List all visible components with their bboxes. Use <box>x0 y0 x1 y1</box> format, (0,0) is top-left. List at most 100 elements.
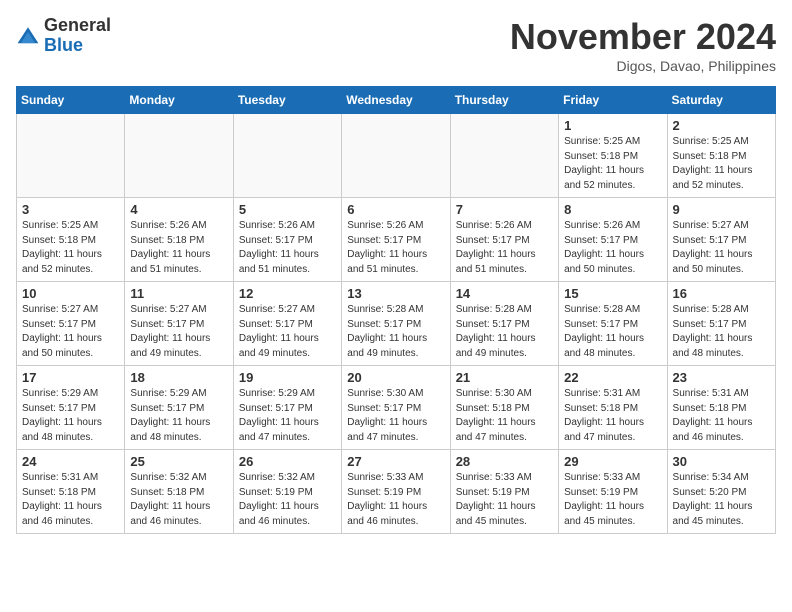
location: Digos, Davao, Philippines <box>510 58 776 74</box>
calendar-day: 29Sunrise: 5:33 AM Sunset: 5:19 PM Dayli… <box>559 450 667 534</box>
day-info: Sunrise: 5:27 AM Sunset: 5:17 PM Dayligh… <box>673 219 770 277</box>
title-block: November 2024 Digos, Davao, Philippines <box>510 16 776 74</box>
day-info: Sunrise: 5:31 AM Sunset: 5:18 PM Dayligh… <box>22 471 119 529</box>
calendar-day: 18 Sunrise: 5:29 AM Sunset: 5:17 PM Dayli… <box>125 366 233 450</box>
calendar-day: 20Sunrise: 5:30 AM Sunset: 5:17 PM Dayli… <box>342 366 450 450</box>
day-number: 28 <box>456 454 553 469</box>
day-number: 29 <box>564 454 661 469</box>
day-header-tuesday: Tuesday <box>233 87 341 114</box>
calendar-week-1: 1 Sunrise: 5:25 AM Sunset: 5:18 PM Daylig… <box>17 114 776 198</box>
day-info: Sunrise: 5:29 AM Sunset: 5:17 PM Dayligh… <box>22 387 119 445</box>
calendar-week-2: 3 Sunrise: 5:25 AM Sunset: 5:18 PM Daylig… <box>17 198 776 282</box>
day-info: Sunrise: 5:25 AM Sunset: 5:18 PM Dayligh… <box>564 135 661 193</box>
day-number: 1 <box>564 118 661 133</box>
day-number: 17 <box>22 370 119 385</box>
day-info: Sunrise: 5:28 AM Sunset: 5:17 PM Dayligh… <box>673 303 770 361</box>
day-info: Sunrise: 5:31 AM Sunset: 5:18 PM Dayligh… <box>673 387 770 445</box>
calendar-day: 23 Sunrise: 5:31 AM Sunset: 5:18 PM Dayli… <box>667 366 775 450</box>
calendar-day: 30 Sunrise: 5:34 AM Sunset: 5:20 PM Dayli… <box>667 450 775 534</box>
calendar-header-row: SundayMondayTuesdayWednesdayThursdayFrid… <box>17 87 776 114</box>
calendar-day: 2 Sunrise: 5:25 AM Sunset: 5:18 PM Daylig… <box>667 114 775 198</box>
day-header-saturday: Saturday <box>667 87 775 114</box>
day-number: 14 <box>456 286 553 301</box>
calendar-day: 25 Sunrise: 5:32 AM Sunset: 5:18 PM Dayli… <box>125 450 233 534</box>
day-number: 21 <box>456 370 553 385</box>
day-info: Sunrise: 5:26 AM Sunset: 5:17 PM Dayligh… <box>564 219 661 277</box>
day-info: Sunrise: 5:27 AM Sunset: 5:17 PM Dayligh… <box>130 303 227 361</box>
calendar-day <box>17 114 125 198</box>
calendar-day: 15Sunrise: 5:28 AM Sunset: 5:17 PM Dayli… <box>559 282 667 366</box>
day-info: Sunrise: 5:25 AM Sunset: 5:18 PM Dayligh… <box>22 219 119 277</box>
day-info: Sunrise: 5:31 AM Sunset: 5:18 PM Dayligh… <box>564 387 661 445</box>
day-number: 30 <box>673 454 770 469</box>
day-info: Sunrise: 5:29 AM Sunset: 5:17 PM Dayligh… <box>239 387 336 445</box>
day-info: Sunrise: 5:26 AM Sunset: 5:17 PM Dayligh… <box>347 219 444 277</box>
day-info: Sunrise: 5:27 AM Sunset: 5:17 PM Dayligh… <box>239 303 336 361</box>
calendar-day: 1 Sunrise: 5:25 AM Sunset: 5:18 PM Daylig… <box>559 114 667 198</box>
logo: General Blue <box>16 16 111 56</box>
calendar-table: SundayMondayTuesdayWednesdayThursdayFrid… <box>16 86 776 534</box>
day-number: 16 <box>673 286 770 301</box>
day-number: 7 <box>456 202 553 217</box>
calendar-day: 3 Sunrise: 5:25 AM Sunset: 5:18 PM Daylig… <box>17 198 125 282</box>
day-number: 27 <box>347 454 444 469</box>
day-info: Sunrise: 5:25 AM Sunset: 5:18 PM Dayligh… <box>673 135 770 193</box>
calendar-day <box>342 114 450 198</box>
calendar-day: 14 Sunrise: 5:28 AM Sunset: 5:17 PM Dayli… <box>450 282 558 366</box>
day-info: Sunrise: 5:34 AM Sunset: 5:20 PM Dayligh… <box>673 471 770 529</box>
calendar-day: 4 Sunrise: 5:26 AM Sunset: 5:18 PM Daylig… <box>125 198 233 282</box>
day-header-thursday: Thursday <box>450 87 558 114</box>
day-info: Sunrise: 5:29 AM Sunset: 5:17 PM Dayligh… <box>130 387 227 445</box>
day-info: Sunrise: 5:26 AM Sunset: 5:17 PM Dayligh… <box>456 219 553 277</box>
day-info: Sunrise: 5:32 AM Sunset: 5:18 PM Dayligh… <box>130 471 227 529</box>
day-number: 20 <box>347 370 444 385</box>
calendar-day: 9Sunrise: 5:27 AM Sunset: 5:17 PM Daylig… <box>667 198 775 282</box>
logo-icon <box>16 24 40 48</box>
month-title: November 2024 <box>510 16 776 58</box>
day-number: 10 <box>22 286 119 301</box>
day-number: 18 <box>130 370 227 385</box>
logo-general: General <box>44 15 111 35</box>
day-number: 24 <box>22 454 119 469</box>
day-info: Sunrise: 5:33 AM Sunset: 5:19 PM Dayligh… <box>347 471 444 529</box>
day-info: Sunrise: 5:28 AM Sunset: 5:17 PM Dayligh… <box>456 303 553 361</box>
calendar-day: 28 Sunrise: 5:33 AM Sunset: 5:19 PM Dayli… <box>450 450 558 534</box>
calendar-week-3: 10 Sunrise: 5:27 AM Sunset: 5:17 PM Dayli… <box>17 282 776 366</box>
calendar-day: 5Sunrise: 5:26 AM Sunset: 5:17 PM Daylig… <box>233 198 341 282</box>
calendar-day: 26Sunrise: 5:32 AM Sunset: 5:19 PM Dayli… <box>233 450 341 534</box>
calendar-day: 8 Sunrise: 5:26 AM Sunset: 5:17 PM Daylig… <box>559 198 667 282</box>
day-info: Sunrise: 5:33 AM Sunset: 5:19 PM Dayligh… <box>456 471 553 529</box>
day-number: 23 <box>673 370 770 385</box>
calendar-day: 7 Sunrise: 5:26 AM Sunset: 5:17 PM Daylig… <box>450 198 558 282</box>
day-number: 25 <box>130 454 227 469</box>
day-info: Sunrise: 5:27 AM Sunset: 5:17 PM Dayligh… <box>22 303 119 361</box>
day-number: 3 <box>22 202 119 217</box>
day-number: 4 <box>130 202 227 217</box>
day-info: Sunrise: 5:26 AM Sunset: 5:18 PM Dayligh… <box>130 219 227 277</box>
calendar-day <box>125 114 233 198</box>
day-number: 15 <box>564 286 661 301</box>
calendar-week-5: 24 Sunrise: 5:31 AM Sunset: 5:18 PM Dayli… <box>17 450 776 534</box>
day-number: 13 <box>347 286 444 301</box>
day-number: 2 <box>673 118 770 133</box>
calendar-day: 12Sunrise: 5:27 AM Sunset: 5:17 PM Dayli… <box>233 282 341 366</box>
day-number: 6 <box>347 202 444 217</box>
calendar-day: 11Sunrise: 5:27 AM Sunset: 5:17 PM Dayli… <box>125 282 233 366</box>
day-header-friday: Friday <box>559 87 667 114</box>
day-number: 8 <box>564 202 661 217</box>
calendar-day: 19 Sunrise: 5:29 AM Sunset: 5:17 PM Dayli… <box>233 366 341 450</box>
day-number: 5 <box>239 202 336 217</box>
day-header-monday: Monday <box>125 87 233 114</box>
calendar-day <box>450 114 558 198</box>
day-header-sunday: Sunday <box>17 87 125 114</box>
day-info: Sunrise: 5:30 AM Sunset: 5:18 PM Dayligh… <box>456 387 553 445</box>
calendar-day: 27 Sunrise: 5:33 AM Sunset: 5:19 PM Dayli… <box>342 450 450 534</box>
day-number: 19 <box>239 370 336 385</box>
day-number: 22 <box>564 370 661 385</box>
day-header-wednesday: Wednesday <box>342 87 450 114</box>
calendar-day <box>233 114 341 198</box>
logo-blue: Blue <box>44 35 83 55</box>
calendar-day: 22 Sunrise: 5:31 AM Sunset: 5:18 PM Dayli… <box>559 366 667 450</box>
day-number: 26 <box>239 454 336 469</box>
day-info: Sunrise: 5:28 AM Sunset: 5:17 PM Dayligh… <box>347 303 444 361</box>
